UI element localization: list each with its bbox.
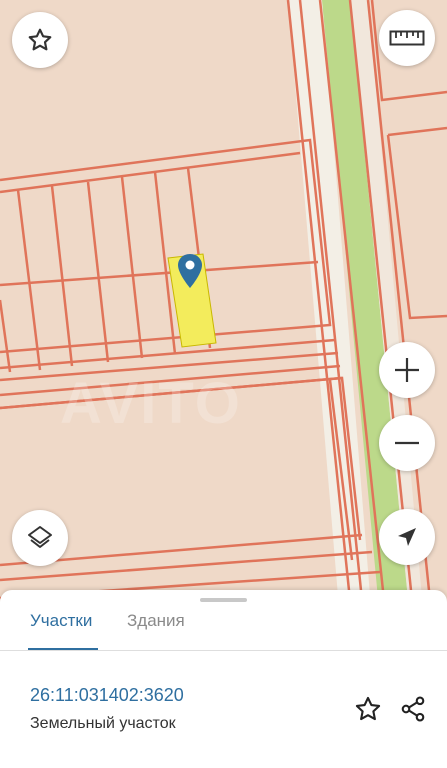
layers-button[interactable] — [12, 510, 68, 566]
cadastral-number[interactable]: 26:11:031402:3620 — [30, 685, 184, 706]
navigation-arrow-icon — [398, 528, 416, 546]
my-location-button[interactable] — [379, 509, 435, 565]
zoom-out-button[interactable] — [379, 415, 435, 471]
share-button[interactable] — [398, 694, 428, 724]
favorite-button[interactable] — [12, 12, 68, 68]
sheet-drag-handle[interactable] — [200, 598, 247, 602]
star-icon — [355, 696, 381, 721]
sheet-tabs: Участки Здания — [0, 608, 447, 652]
ruler-icon — [389, 30, 425, 46]
share-icon — [401, 696, 425, 722]
divider — [0, 650, 447, 651]
tab-buildings[interactable]: Здания — [127, 608, 185, 652]
zoom-in-button[interactable] — [379, 342, 435, 398]
tab-parcels[interactable]: Участки — [30, 608, 92, 652]
map-watermark: AVITO — [60, 371, 242, 436]
minus-icon — [395, 441, 419, 445]
parcel-type: Земельный участок — [30, 715, 176, 732]
star-icon — [28, 28, 52, 51]
parcel-bottom-sheet: Участки Здания 26:11:031402:3620 Земельн… — [0, 590, 447, 768]
favorite-parcel-button[interactable] — [353, 694, 383, 724]
ruler-button[interactable] — [379, 10, 435, 66]
plus-icon — [395, 358, 419, 382]
layers-icon — [28, 526, 52, 548]
